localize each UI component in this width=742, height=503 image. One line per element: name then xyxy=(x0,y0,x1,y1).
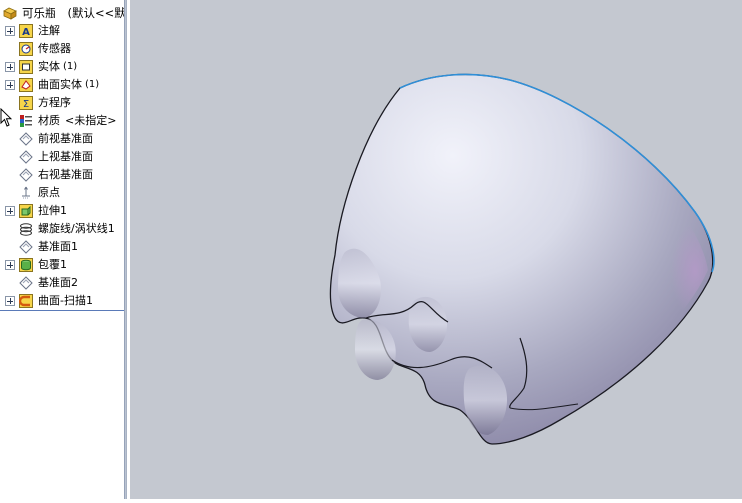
svg-text:A: A xyxy=(22,27,30,38)
plane-icon xyxy=(19,150,33,164)
tree-item-label: 曲面-扫描1 xyxy=(38,294,93,307)
tree-item-sensors[interactable]: 传感器 xyxy=(0,40,124,58)
expand-toggle[interactable] xyxy=(5,26,15,36)
tree-item-label: 原点 xyxy=(38,186,60,199)
annotation-icon: A xyxy=(19,24,33,38)
tree-item-annotations[interactable]: A 注解 xyxy=(0,22,124,40)
expand-toggle[interactable] xyxy=(5,206,15,216)
bottle-bottom-model[interactable] xyxy=(130,0,742,499)
tree-item-right-plane[interactable]: 右视基准面 xyxy=(0,166,124,184)
wrap-icon xyxy=(19,258,33,272)
tree-item-surface-bodies[interactable]: 曲面实体 (1) xyxy=(0,76,124,94)
tree-item-material[interactable]: 材质 <未指定> xyxy=(0,112,124,130)
tree-item-label: 基准面1 xyxy=(38,240,78,253)
rollback-bar[interactable] xyxy=(0,310,124,311)
sensor-icon xyxy=(19,42,33,56)
surface-bodies-icon xyxy=(19,78,33,92)
tree-item-label: 材质 xyxy=(38,114,60,127)
plane-icon xyxy=(19,240,33,254)
tree-item-wrap1[interactable]: 包覆1 xyxy=(0,256,124,274)
tree-item-equations[interactable]: Σ 方程序 xyxy=(0,94,124,112)
graphics-viewport[interactable] xyxy=(130,0,742,499)
extrude-icon xyxy=(19,204,33,218)
part-name: 可乐瓶 xyxy=(22,6,56,20)
tree-root-part[interactable]: 可乐瓶 (默认<<默 xyxy=(0,4,124,22)
expand-toggle[interactable] xyxy=(5,296,15,306)
tree-item-plane1[interactable]: 基准面1 xyxy=(0,238,124,256)
expand-toggle[interactable] xyxy=(5,260,15,270)
plane-icon xyxy=(19,168,33,182)
plane-icon xyxy=(19,276,33,290)
expand-toggle[interactable] xyxy=(5,62,15,72)
tree-item-extrude1[interactable]: 拉伸1 xyxy=(0,202,124,220)
sweep-surface-icon xyxy=(19,294,33,308)
origin-icon xyxy=(19,186,33,200)
tree-item-label: 螺旋线/涡状线1 xyxy=(38,222,115,235)
solid-bodies-icon xyxy=(19,60,33,74)
tree-item-label: 右视基准面 xyxy=(38,168,93,181)
material-icon xyxy=(19,114,33,128)
tree-item-label: 基准面2 xyxy=(38,276,78,289)
svg-text:Σ: Σ xyxy=(23,99,29,110)
part-configuration: (默认<<默 xyxy=(67,6,124,20)
tree-item-count: (1) xyxy=(85,79,100,90)
tree-item-label: 曲面实体 xyxy=(38,78,82,91)
tree-item-label: 传感器 xyxy=(38,42,71,55)
tree-item-plane2[interactable]: 基准面2 xyxy=(0,274,124,292)
plane-icon xyxy=(19,132,33,146)
tree-item-sweep-surface1[interactable]: 曲面-扫描1 xyxy=(0,292,124,310)
tree-item-label: 实体 xyxy=(38,60,60,73)
tree-item-helix1[interactable]: 螺旋线/涡状线1 xyxy=(0,220,124,238)
tree-item-label: 拉伸1 xyxy=(38,204,67,217)
part-icon xyxy=(3,6,17,20)
panel-splitter[interactable] xyxy=(124,0,127,499)
tree-item-top-plane[interactable]: 上视基准面 xyxy=(0,148,124,166)
tree-item-label: 包覆1 xyxy=(38,258,67,271)
feature-manager-tree: 可乐瓶 (默认<<默 A 注解 传感器 实体 (1) 曲面实体 (1) Σ 方程… xyxy=(0,0,124,499)
tree-item-origin[interactable]: 原点 xyxy=(0,184,124,202)
tree-item-solid-bodies[interactable]: 实体 (1) xyxy=(0,58,124,76)
expand-toggle[interactable] xyxy=(5,80,15,90)
helix-icon xyxy=(19,222,33,236)
tree-item-label: 注解 xyxy=(38,24,60,37)
tree-item-label: 方程序 xyxy=(38,96,71,109)
equations-icon: Σ xyxy=(19,96,33,110)
tree-item-label: 上视基准面 xyxy=(38,150,93,163)
material-value: <未指定> xyxy=(65,114,117,127)
tree-item-count: (1) xyxy=(63,61,78,72)
mouse-cursor-icon xyxy=(0,107,13,132)
tree-item-label: 前视基准面 xyxy=(38,132,93,145)
tree-item-front-plane[interactable]: 前视基准面 xyxy=(0,130,124,148)
